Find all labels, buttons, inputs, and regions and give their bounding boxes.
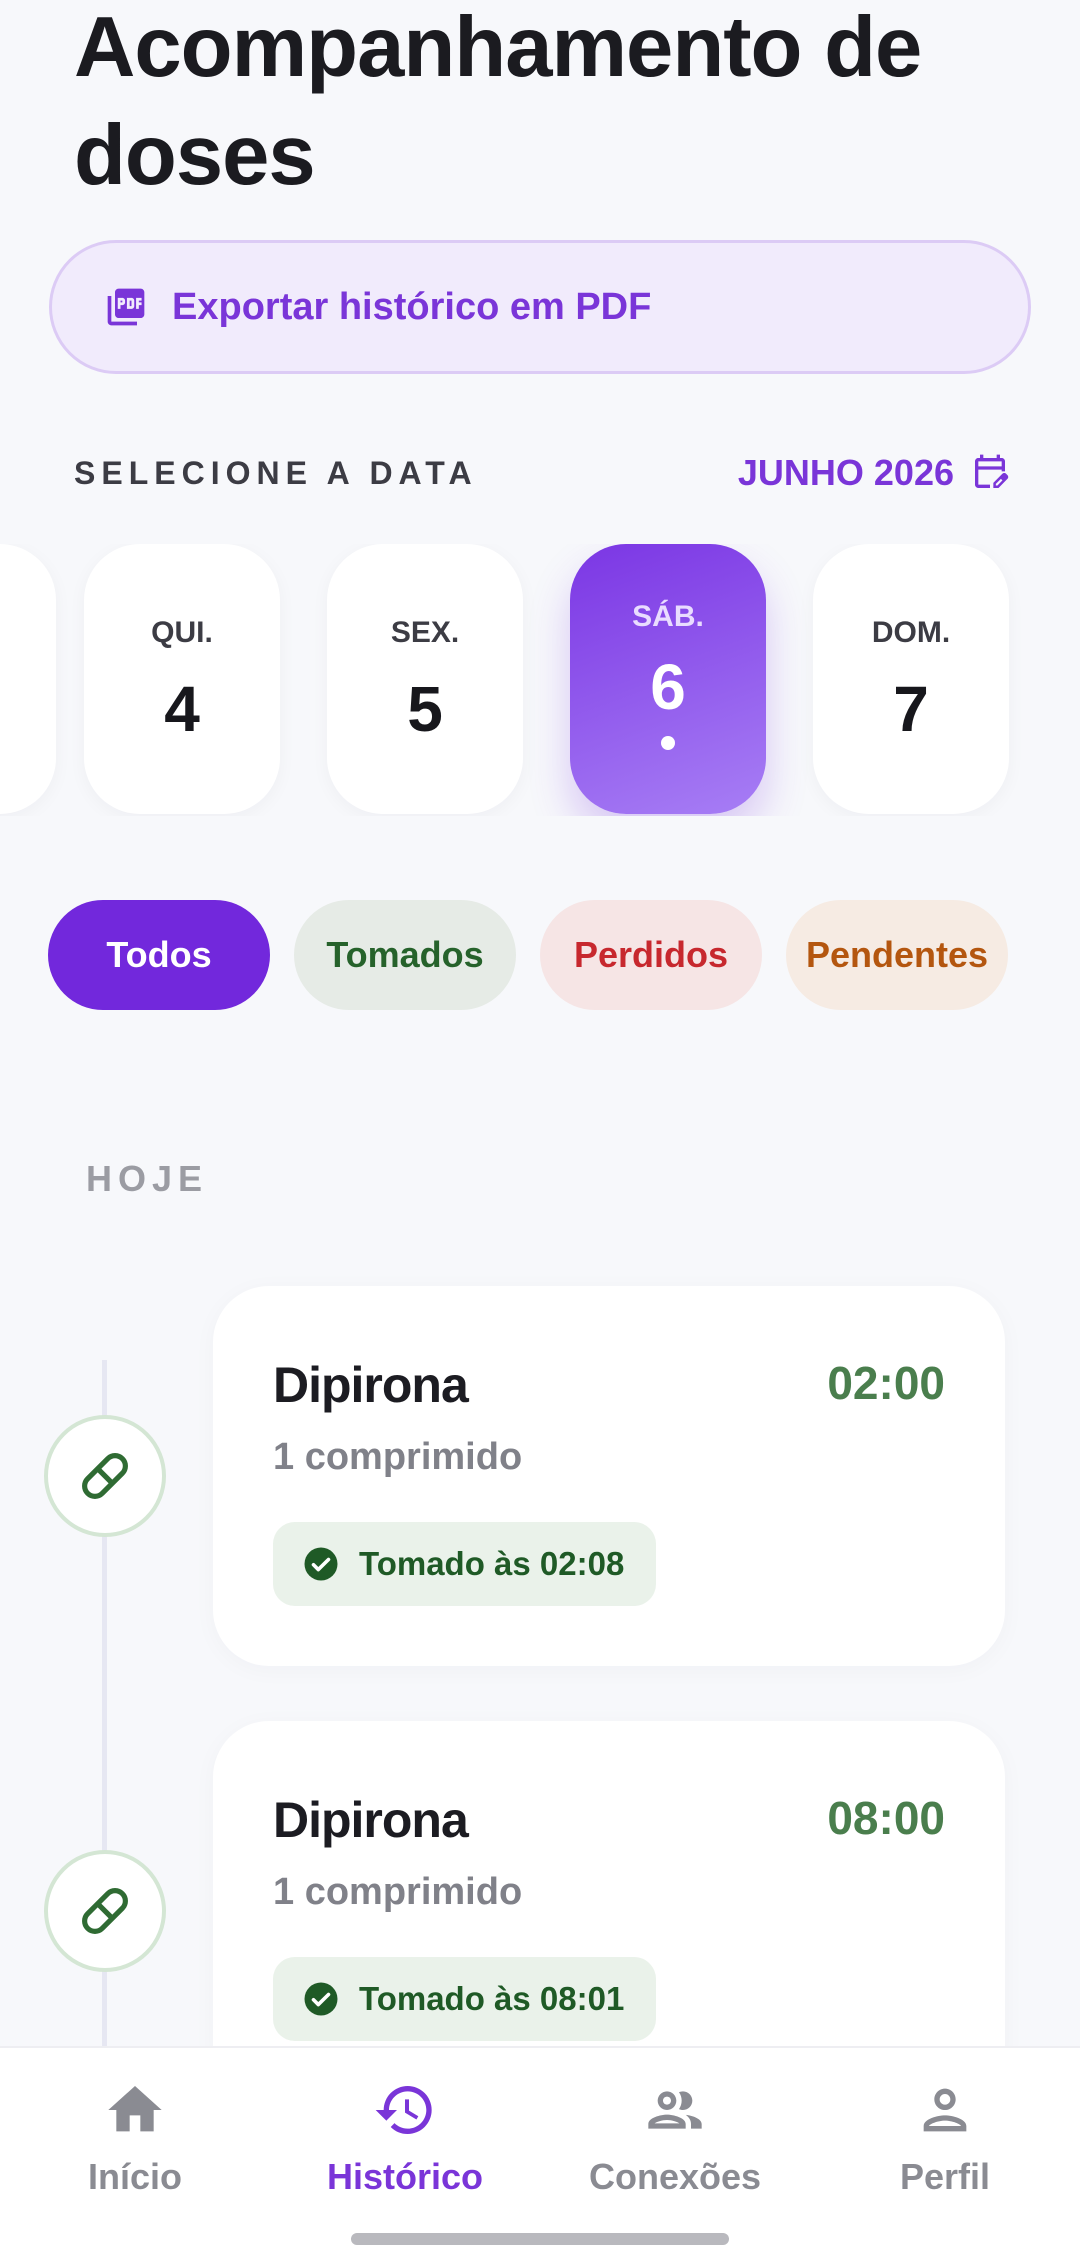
history-icon [375, 2086, 432, 2134]
day-number: 5 [407, 673, 443, 745]
day-card[interactable]: DOM. 7 [813, 544, 1009, 814]
day-weekday: SEX. [390, 616, 460, 649]
check-circle-icon [304, 1982, 338, 2016]
selected-dot [661, 736, 675, 750]
nav-item-history[interactable]: Histórico [270, 2078, 540, 2198]
check-circle-icon [304, 1547, 338, 1581]
nav-label: Conexões [588, 2156, 762, 2197]
home-icon [108, 2086, 162, 2132]
pill-icon [44, 1850, 166, 1972]
nav-label: Início [87, 2156, 182, 2197]
status-text: Tomado às 08:01 [359, 1980, 625, 2017]
day-number: 6 [650, 651, 686, 723]
filter-chips: Todos Tomados Perdidos Pendentes [48, 900, 1008, 1010]
status-text: Tomado às 02:08 [359, 1545, 625, 1582]
dose-quantity: 1 comprimido [273, 1436, 523, 1478]
month-picker-button[interactable]: JUNHO 2026 [738, 452, 1010, 494]
day-weekday: QUI. [151, 616, 213, 649]
day-card[interactable]: SEX. 5 [327, 544, 523, 814]
dose-name: Dipirona [273, 1792, 469, 1848]
dose-quantity: 1 comprimido [273, 1871, 523, 1913]
status-badge: Tomado às 08:01 [273, 1957, 657, 2041]
calendar-edit-icon [975, 454, 1009, 488]
day-number: 4 [164, 673, 200, 745]
person-icon [923, 2088, 967, 2132]
filter-chip-taken[interactable]: Tomados [294, 900, 516, 1010]
status-badge: Tomado às 02:08 [273, 1522, 657, 1606]
nav-label: Histórico [326, 2156, 484, 2197]
dose-time: 08:00 [827, 1792, 945, 1844]
nav-item-connections[interactable]: Conexões [540, 2078, 810, 2198]
nav-item-home[interactable]: Início [0, 2078, 270, 2198]
day-card[interactable]: QUI. 4 [84, 544, 280, 814]
filter-chip-pending[interactable]: Pendentes [786, 900, 1008, 1010]
bottom-navigation: Início Histórico Conexões Perfil [0, 2046, 1080, 2264]
nav-item-profile[interactable]: Perfil [810, 2078, 1080, 2198]
day-card-selected[interactable]: SÁB. 6 [570, 544, 766, 814]
filter-chip-all[interactable]: Todos [48, 900, 270, 1010]
day-weekday: SÁB. [632, 600, 704, 633]
day-number: 7 [893, 673, 929, 745]
section-label-today: HOJE [86, 1158, 209, 1199]
home-indicator [351, 2233, 729, 2245]
day-weekday: DOM. [871, 616, 951, 649]
pill-icon [44, 1415, 166, 1537]
day-card-partial[interactable] [0, 544, 56, 814]
export-pdf-label: Exportar histórico em PDF [172, 285, 652, 328]
month-label: JUNHO 2026 [737, 452, 954, 493]
day-strip: QUI. 4 SEX. 5 SÁB. 6 DOM. 7 [0, 544, 1080, 816]
pdf-icon [107, 288, 145, 326]
date-header: SELECIONE A DATA JUNHO 2026 [74, 448, 1010, 498]
dose-card[interactable]: Dipirona 08:00 1 comprimido Tomado às 08… [213, 1721, 1005, 2101]
filter-chip-missed[interactable]: Perdidos [540, 900, 762, 1010]
select-date-heading: SELECIONE A DATA [74, 454, 478, 491]
nav-label: Perfil [899, 2156, 991, 2197]
page-title: Acompanhamento de doses [74, 0, 922, 203]
people-icon [648, 2091, 702, 2129]
dose-name: Dipirona [273, 1357, 469, 1413]
dose-time: 02:00 [827, 1357, 945, 1409]
dose-card[interactable]: Dipirona 02:00 1 comprimido Tomado às 02… [213, 1286, 1005, 1666]
export-pdf-button[interactable]: Exportar histórico em PDF [49, 240, 1031, 374]
